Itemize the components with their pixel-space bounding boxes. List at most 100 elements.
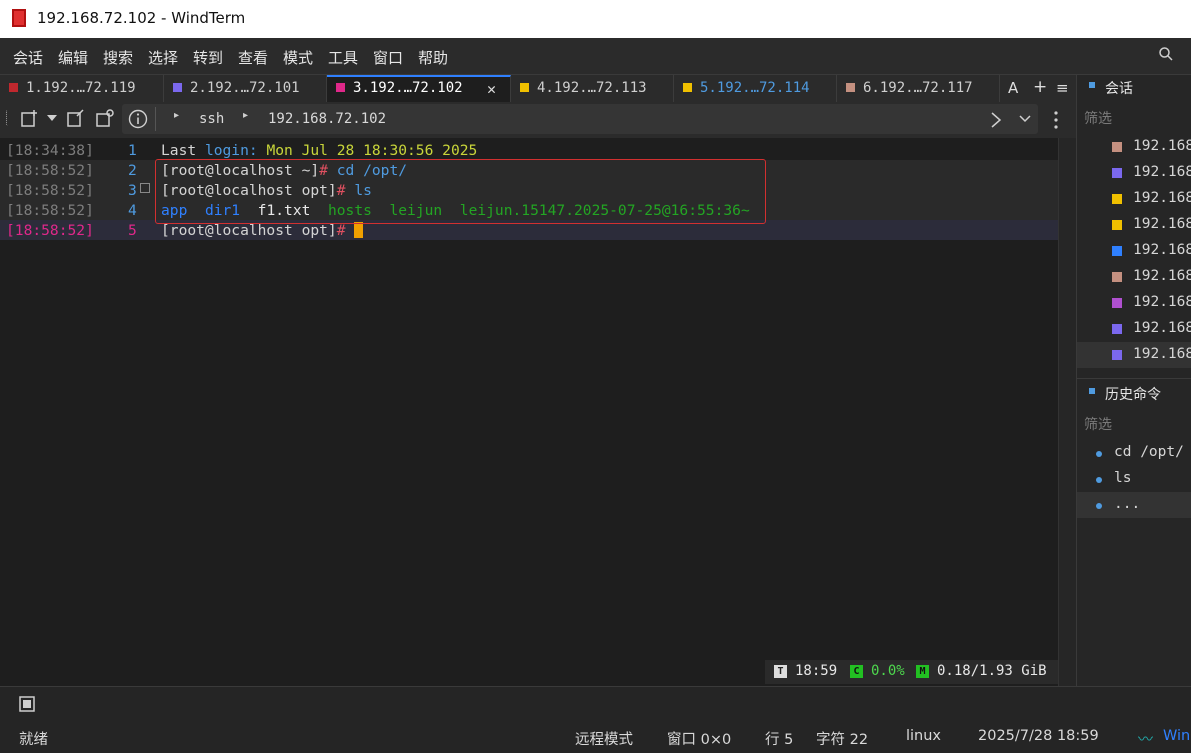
session-list-item[interactable]: 192.168	[1133, 268, 1191, 284]
close-icon[interactable]: ✕	[487, 80, 496, 98]
tab-session-4[interactable]: 4.192.…72.113	[511, 75, 674, 102]
session-color-icon	[1112, 246, 1122, 256]
breadcrumb-host[interactable]: 192.168.72.102	[268, 111, 386, 127]
line-number: 1	[128, 142, 137, 159]
status-window-size: 窗口 0×0	[667, 732, 732, 748]
tab-session-1[interactable]: 1.192.…72.119	[0, 75, 164, 102]
menu-bar: 会话 编辑 搜索 选择 转到 查看 模式 工具 窗口 帮助	[0, 38, 1191, 75]
session-color-icon	[1112, 350, 1122, 360]
line-number: 2	[128, 162, 137, 179]
menu-goto[interactable]: 转到	[193, 47, 223, 68]
session-color-icon	[1112, 324, 1122, 334]
session-color-icon	[846, 83, 855, 92]
search-icon[interactable]	[1158, 46, 1174, 62]
menu-session[interactable]: 会话	[13, 47, 43, 68]
divider	[155, 107, 156, 131]
line-number: 5	[128, 222, 137, 239]
status-datetime: 2025/7/28 18:59	[978, 728, 1099, 744]
session-list-item[interactable]: 192.168	[1133, 294, 1191, 310]
history-item[interactable]: ...	[1114, 496, 1140, 512]
brand-label[interactable]: Win	[1163, 728, 1190, 744]
session-color-icon	[1112, 142, 1122, 152]
scrollbar[interactable]	[1058, 138, 1076, 686]
bottom-pane	[0, 686, 1191, 722]
session-color-icon	[520, 83, 529, 92]
fold-icon[interactable]	[140, 183, 150, 193]
status-chars: 字符 22	[816, 732, 869, 748]
tab-session-6[interactable]: 6.192.…72.117	[837, 75, 1000, 102]
status-line: 行 5	[765, 732, 794, 748]
history-item[interactable]: ls	[1114, 470, 1131, 486]
session-color-icon	[1112, 194, 1122, 204]
bullet-icon	[1096, 477, 1102, 483]
chevron-down-icon[interactable]	[46, 114, 58, 122]
menu-select[interactable]: 选择	[148, 47, 178, 68]
tab-label: 5.192.…72.114	[700, 80, 810, 96]
timestamp: [18:58:52]	[6, 202, 94, 219]
line-number: 4	[128, 202, 137, 219]
split-session-icon[interactable]	[66, 108, 88, 128]
info-icon[interactable]	[128, 109, 148, 129]
session-list-item[interactable]: 192.168	[1133, 190, 1191, 206]
new-tab-button[interactable]: +	[1033, 77, 1047, 97]
window-title: 192.168.72.102 - WindTerm	[37, 9, 246, 27]
session-color-icon	[1112, 220, 1122, 230]
tab-label: 3.192.…72.102	[353, 80, 463, 96]
session-list-item[interactable]: 192.168	[1133, 216, 1191, 232]
tab-label: 1.192.…72.119	[26, 80, 136, 96]
menu-tools[interactable]: 工具	[328, 47, 358, 68]
status-overlay: T 18:59 C 0.0% M 0.18/1.93 GiB	[765, 660, 1065, 684]
session-color-icon	[336, 83, 345, 92]
panel-marker-icon	[1089, 388, 1095, 394]
tab-session-2[interactable]: 2.192.…72.101	[164, 75, 327, 102]
menu-edit[interactable]: 编辑	[58, 47, 88, 68]
menu-help[interactable]: 帮助	[418, 47, 448, 68]
session-color-icon	[1112, 168, 1122, 178]
session-list-item[interactable]: 192.168	[1133, 164, 1191, 180]
session-time: 18:59	[795, 663, 838, 679]
status-mode[interactable]: 远程模式	[575, 728, 633, 749]
menu-search[interactable]: 搜索	[103, 47, 133, 68]
address-bar[interactable]: ▸ ssh ▸ 192.168.72.102	[122, 104, 1038, 134]
terminal-line: [18:34:38] 1 Last login: Mon Jul 28 18:3…	[0, 140, 1058, 160]
duplicate-session-icon[interactable]	[95, 108, 117, 128]
new-session-icon[interactable]	[20, 108, 42, 128]
selection-highlight-box	[155, 159, 766, 224]
menu-view[interactable]: 查看	[238, 47, 268, 68]
session-list-item[interactable]: 192.168	[1133, 346, 1191, 362]
tab-menu-icon[interactable]: ≡	[1056, 79, 1069, 97]
status-ready: 就绪	[19, 732, 48, 748]
timestamp: [18:34:38]	[6, 142, 94, 159]
breadcrumb-protocol[interactable]: ssh	[199, 111, 224, 127]
tab-session-5[interactable]: 5.192.…72.114	[674, 75, 837, 102]
session-list-item[interactable]: 192.168	[1133, 320, 1191, 336]
tab-overflow-button[interactable]: A	[1008, 79, 1018, 97]
toolbar-grip-icon	[6, 110, 10, 126]
session-list-item[interactable]: 192.168	[1133, 242, 1191, 258]
session-color-icon	[1112, 298, 1122, 308]
sessions-filter-input[interactable]: 筛选	[1084, 108, 1112, 128]
text-cursor	[354, 222, 364, 238]
session-list-item[interactable]: 192.168	[1133, 138, 1191, 154]
tab-bar: 1.192.…72.119 2.192.…72.101 3.192.…72.10…	[0, 75, 1076, 102]
session-color-icon	[683, 83, 692, 92]
line-number: 3	[128, 182, 137, 199]
right-panel: 会话 筛选 192.168 192.168 192.168 192.168 19…	[1076, 75, 1191, 686]
menu-mode[interactable]: 模式	[283, 47, 313, 68]
bullet-icon	[1096, 451, 1102, 457]
history-item[interactable]: cd /opt/	[1114, 444, 1184, 460]
cpu-badge-icon: C	[850, 665, 863, 678]
windterm-logo-icon	[12, 9, 26, 27]
chevron-right-icon[interactable]	[990, 111, 1002, 129]
breadcrumb-separator-icon: ▸	[243, 110, 249, 121]
time-badge-icon: T	[774, 665, 787, 678]
pane-toggle-icon[interactable]	[18, 695, 38, 715]
history-filter-input[interactable]: 筛选	[1084, 414, 1112, 434]
session-color-icon	[1112, 272, 1122, 282]
chevron-down-icon[interactable]	[1018, 114, 1032, 124]
history-panel-title: 历史命令	[1105, 387, 1161, 403]
timestamp: [18:58:52]	[6, 162, 94, 179]
menu-window[interactable]: 窗口	[373, 47, 403, 68]
more-options-icon[interactable]	[1050, 110, 1062, 130]
tab-session-3[interactable]: 3.192.…72.102 ✕	[327, 75, 511, 102]
